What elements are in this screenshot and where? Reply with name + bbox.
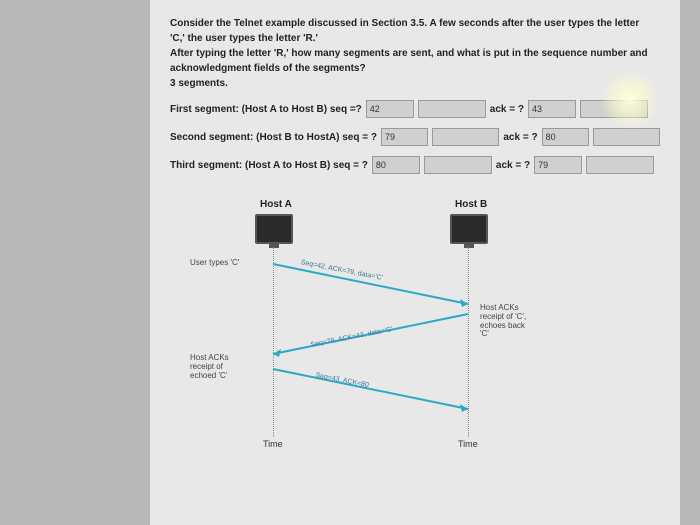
blank-field[interactable]: [580, 100, 648, 118]
blank-field[interactable]: [424, 156, 492, 174]
segment-row-1: First segment: (Host A to Host B) seq =?…: [170, 100, 660, 118]
segment-row-2: Second segment: (Host B to HostA) seq = …: [170, 128, 660, 146]
message-lines: [170, 199, 570, 459]
segment-row-3: Third segment: (Host A to Host B) seq = …: [170, 156, 660, 174]
question-line: acknowledgment fields of the segments?: [170, 62, 660, 75]
seq-field[interactable]: 42: [366, 100, 414, 118]
seq-field[interactable]: 80: [372, 156, 420, 174]
question-line: 'C,' the user types the letter 'R.': [170, 32, 660, 45]
segment-label: Third segment: (Host A to Host B) seq = …: [170, 160, 368, 171]
ack-field[interactable]: 43: [528, 100, 576, 118]
time-label-b: Time: [458, 439, 478, 449]
question-block: Consider the Telnet example discussed in…: [170, 17, 660, 90]
document-page: Consider the Telnet example discussed in…: [150, 0, 680, 525]
blank-field[interactable]: [586, 156, 654, 174]
ack-label: ack = ?: [490, 104, 524, 115]
ack-label: ack = ?: [503, 132, 537, 143]
timing-diagram: Host A Host B User types 'C' Host ACKs r…: [170, 199, 660, 459]
question-line: After typing the letter 'R,' how many se…: [170, 47, 660, 60]
answer-count: 3 segments.: [170, 77, 660, 90]
blank-field[interactable]: [418, 100, 486, 118]
seq-field[interactable]: 79: [381, 128, 428, 146]
ack-field[interactable]: 80: [542, 128, 589, 146]
ack-label: ack = ?: [496, 160, 530, 171]
ack-field[interactable]: 79: [534, 156, 582, 174]
segment-label: First segment: (Host A to Host B) seq =?: [170, 104, 362, 115]
segment-label: Second segment: (Host B to HostA) seq = …: [170, 132, 377, 143]
blank-field[interactable]: [593, 128, 660, 146]
time-label-a: Time: [263, 439, 283, 449]
blank-field[interactable]: [432, 128, 499, 146]
question-line: Consider the Telnet example discussed in…: [170, 17, 660, 30]
